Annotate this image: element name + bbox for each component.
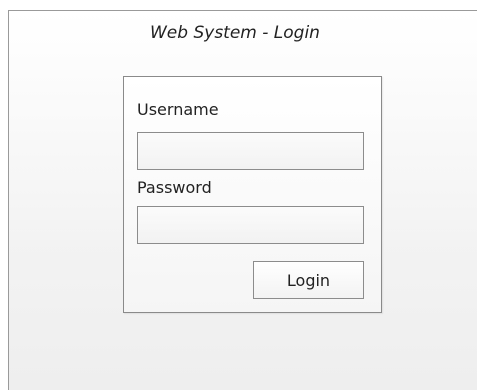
password-label: Password [137, 178, 212, 197]
password-input[interactable] [137, 206, 364, 244]
username-label: Username [137, 100, 219, 119]
username-input[interactable] [137, 132, 364, 170]
login-button[interactable]: Login [253, 261, 364, 299]
page-title: Web System - Login [150, 23, 320, 43]
